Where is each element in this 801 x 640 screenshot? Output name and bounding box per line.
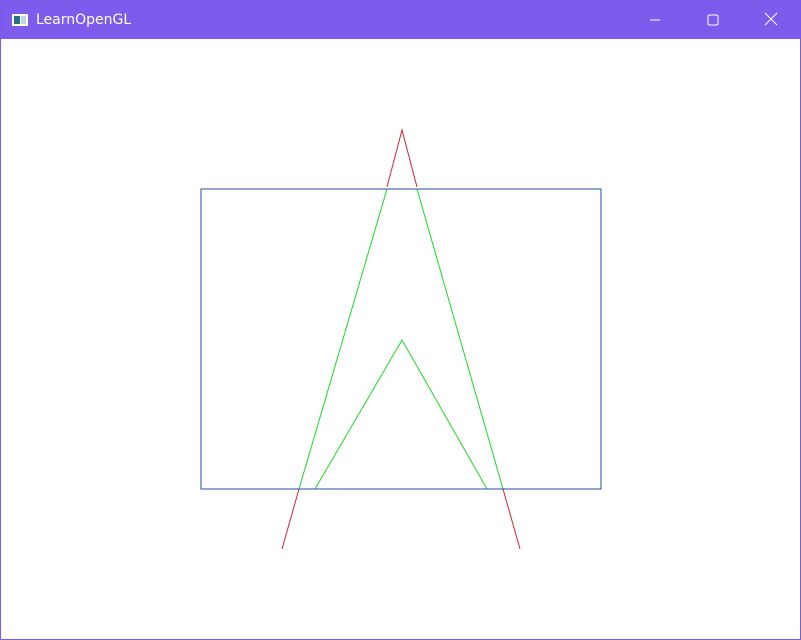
maximize-icon xyxy=(707,11,719,30)
window-title: LearnOpenGL xyxy=(36,12,132,28)
close-button[interactable] xyxy=(742,1,800,39)
minimize-button[interactable] xyxy=(626,1,684,39)
close-icon xyxy=(764,11,778,30)
maximize-button[interactable] xyxy=(684,1,742,39)
app-window-icon xyxy=(12,14,28,26)
opengl-viewport[interactable] xyxy=(1,39,800,639)
app-window: LearnOpenGL xyxy=(0,0,801,640)
red-triangle-right-bottom xyxy=(502,488,521,550)
green-outer-right-edge xyxy=(416,188,504,490)
window-controls xyxy=(626,1,800,39)
green-outer-left-edge xyxy=(298,188,388,490)
red-triangle-left-top xyxy=(386,128,418,188)
scene-canvas xyxy=(200,128,602,550)
minimize-icon xyxy=(649,11,661,30)
red-triangle-left-bottom xyxy=(281,488,300,550)
green-inner-chevron xyxy=(314,338,488,490)
blue-rectangle xyxy=(200,188,602,490)
title-bar[interactable]: LearnOpenGL xyxy=(1,1,800,39)
